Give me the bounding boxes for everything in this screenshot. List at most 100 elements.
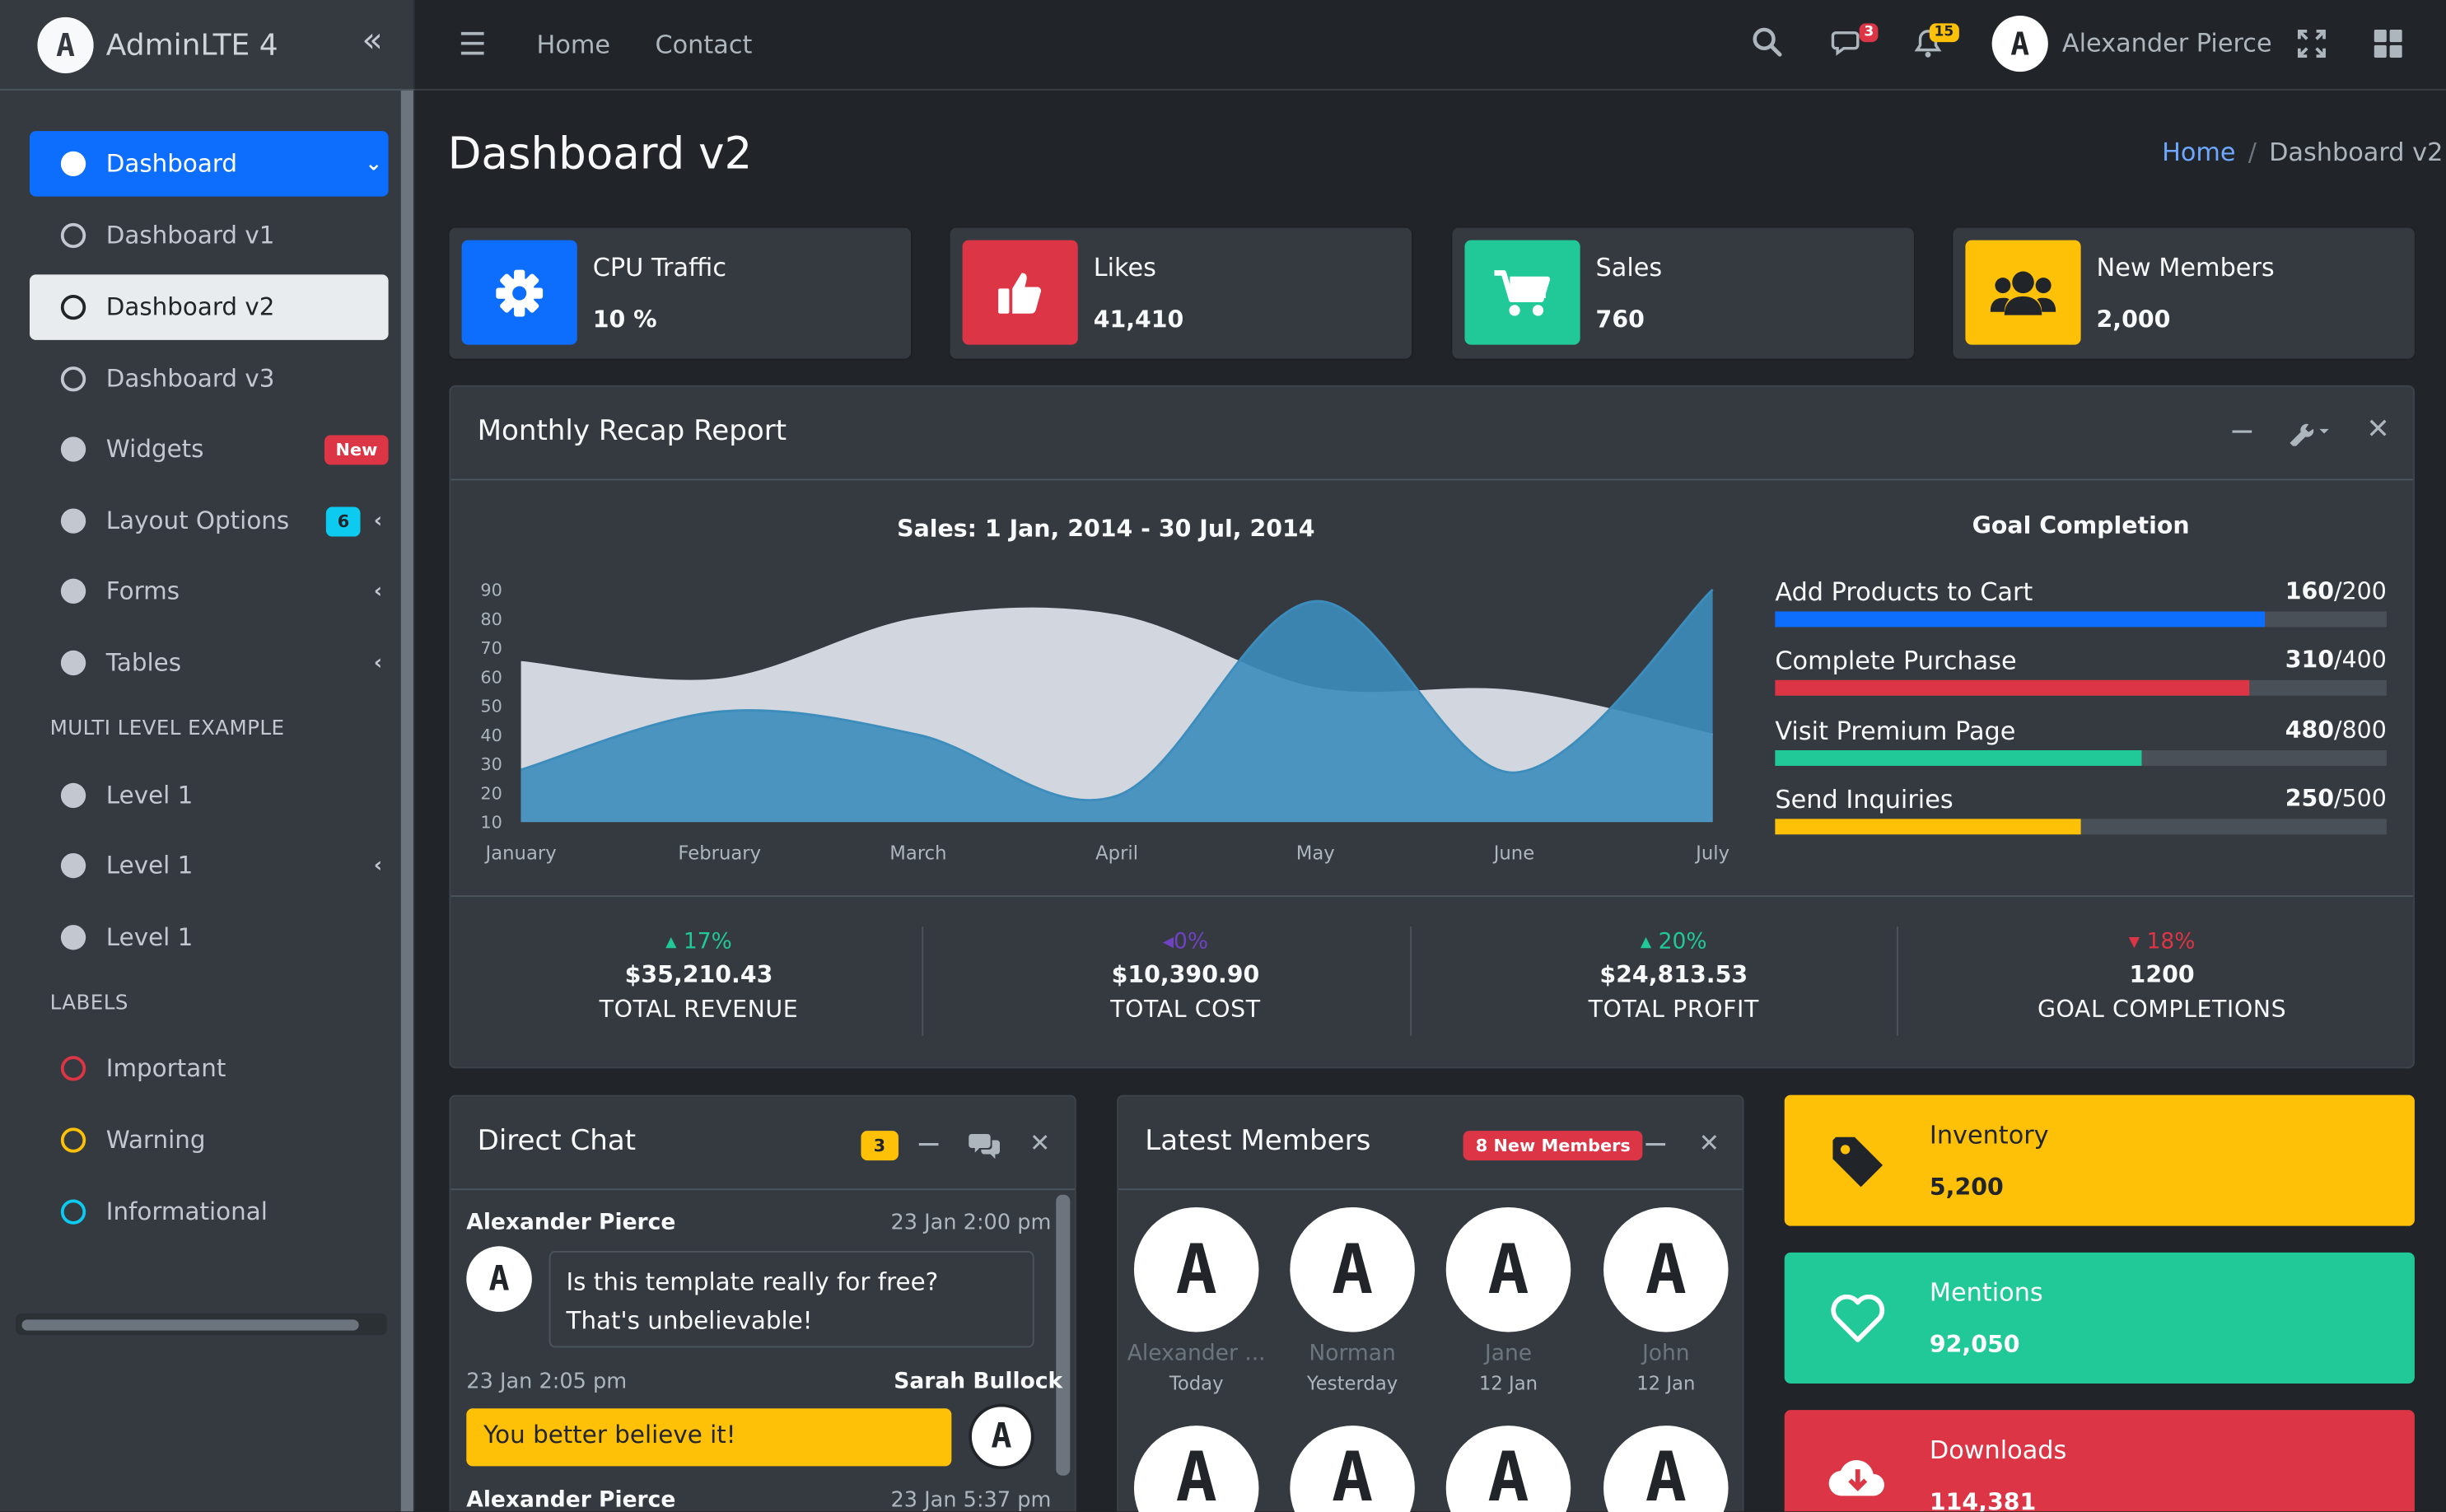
circle-outline-icon	[60, 1127, 86, 1153]
brand-logo: A	[37, 16, 94, 73]
sidebar-item-label: Informational	[105, 1197, 268, 1226]
sidebar-scrollbar-thumb[interactable]	[21, 1319, 359, 1331]
minus-icon[interactable]: −	[916, 1125, 942, 1162]
member-name[interactable]: Alexander ...	[1122, 1342, 1272, 1366]
sidebar-item-layout-options[interactable]: Layout Options 6 ‹	[30, 488, 389, 554]
chart-title: Sales: 1 Jan, 2014 - 30 Jul, 2014	[897, 516, 1314, 543]
progress-bar	[1775, 750, 2387, 766]
y-tick-label: 60	[480, 667, 502, 687]
wrench-dropdown-icon[interactable]	[2285, 418, 2332, 453]
goal-value: 160/200	[2285, 577, 2387, 605]
member-name[interactable]: Norman	[1277, 1342, 1427, 1366]
y-tick-label: 10	[480, 813, 502, 833]
chat-timestamp: 23 Jan 2:05 pm	[466, 1369, 628, 1395]
card-header: Latest Members 8 New Members − ✕	[1118, 1096, 1743, 1191]
nav-link-contact[interactable]: Contact	[655, 30, 752, 59]
divider	[922, 926, 924, 1036]
chevron-left-icon: ‹	[373, 651, 383, 675]
goal-label: Complete Purchase	[1775, 646, 2017, 676]
chevron-left-icon: ‹	[373, 853, 383, 878]
stat-label: TOTAL PROFIT	[1588, 995, 1759, 1024]
brand-link[interactable]: A AdminLTE 4	[0, 0, 415, 91]
gear-icon	[461, 240, 577, 345]
sidebar-item-warning[interactable]: Warning	[30, 1108, 389, 1174]
sidebar-item-label: Warning	[105, 1126, 206, 1155]
goal-completion-title: Goal Completion	[1972, 511, 2190, 540]
circle-icon	[60, 578, 86, 604]
sidebar-vertical-scrollbar[interactable]	[400, 90, 413, 1512]
close-icon[interactable]: ✕	[2366, 413, 2390, 446]
circle-outline-icon	[60, 222, 86, 249]
member-item[interactable]: A Alexander ... Today	[1122, 1206, 1272, 1394]
sidebar-item-level-1[interactable]: Level 1	[30, 905, 389, 971]
goal-value: 250/500	[2285, 785, 2387, 813]
user-name[interactable]: Alexander Pierce	[2062, 28, 2272, 58]
breadcrumb-home-link[interactable]: Home	[2162, 138, 2235, 167]
grid-layout-icon[interactable]	[2374, 29, 2402, 64]
info-box-downloads: Downloads 114,381	[1784, 1410, 2415, 1512]
contacts-toggle-icon[interactable]	[969, 1131, 1001, 1165]
stat-total-cost: ◂0% $10,390.90 TOTAL COST	[944, 930, 1427, 1024]
member-avatar: A	[1133, 1206, 1259, 1332]
breadcrumb: Home / Dashboard v2	[2162, 138, 2443, 167]
stat-total-profit: ▴ 20% $24,813.53 TOTAL PROFIT	[1432, 930, 1916, 1024]
goal-current: 160	[2285, 576, 2335, 605]
chat-scrollbar[interactable]	[1056, 1194, 1071, 1476]
fullscreen-icon[interactable]	[2297, 29, 2326, 64]
x-tick-label: January	[484, 843, 557, 865]
member-item[interactable]: A Norman Yesterday	[1277, 1206, 1427, 1394]
chat-count-badge: 3	[861, 1131, 899, 1161]
info-box-value: 10 %	[592, 306, 657, 334]
sidebar-item-label: Level 1	[105, 923, 194, 952]
x-tick-label: March	[889, 843, 946, 865]
sidebar-item-label: Level 1	[105, 852, 194, 880]
sidebar-item-label: Tables	[105, 648, 182, 677]
sidebar-item-level-1[interactable]: Level 1	[30, 763, 389, 828]
sidebar-item-dashboard[interactable]: Dashboard ⌄	[29, 131, 389, 197]
nav-link-home[interactable]: Home	[537, 30, 610, 59]
sidebar-item-forms[interactable]: Forms ‹	[30, 558, 389, 624]
sidebar-item-tables[interactable]: Tables ‹	[30, 630, 389, 696]
stat-label: TOTAL REVENUE	[599, 995, 799, 1024]
stat-total-revenue: ▴ 17% $35,210.43 TOTAL REVENUE	[457, 930, 941, 1024]
minus-icon[interactable]: −	[2229, 412, 2256, 449]
card-footer-divider	[450, 895, 2414, 898]
stat-amount: $24,813.53	[1599, 960, 1748, 989]
caret-left-icon: ◂	[1162, 929, 1174, 955]
goal-label: Send Inquiries	[1775, 784, 1954, 814]
progress-fill	[1775, 679, 2249, 696]
info-box-likes: Likes 41,410	[950, 227, 1412, 359]
member-name[interactable]: John	[1591, 1342, 1741, 1366]
stat-label: GOAL COMPLETIONS	[2037, 995, 2287, 1024]
info-box-value: 5,200	[1929, 1173, 2004, 1202]
close-icon[interactable]: ✕	[1029, 1127, 1050, 1157]
sidebar-collapse-icon[interactable]: «	[362, 22, 383, 61]
sidebar-item-dashboard-v2[interactable]: Dashboard v2	[29, 274, 389, 340]
sidebar-item-dashboard-v1[interactable]: Dashboard v1	[30, 203, 389, 268]
member-item[interactable]: A John 12 Jan	[1591, 1206, 1741, 1394]
user-avatar[interactable]: A	[1991, 15, 2048, 72]
member-name[interactable]: Jane	[1434, 1342, 1584, 1366]
sidebar: A AdminLTE 4 « Dashboard ⌄ Dashboard v1 …	[0, 0, 415, 1512]
info-box-value: 114,381	[1929, 1487, 2037, 1512]
chat-message-bubble: Is this template really for free? That's…	[548, 1250, 1034, 1348]
x-tick-label: July	[1694, 843, 1729, 865]
card-header: Monthly Recap Report − ✕	[450, 387, 2414, 481]
search-icon[interactable]	[1752, 26, 1783, 63]
member-item[interactable]: A Jane 12 Jan	[1434, 1206, 1584, 1394]
sidebar-item-important[interactable]: Important	[30, 1036, 389, 1102]
x-tick-label: June	[1492, 843, 1534, 865]
sidebar-item-dashboard-v3[interactable]: Dashboard v3	[30, 346, 389, 412]
y-tick-label: 90	[480, 581, 502, 600]
sidebar-item-level-1[interactable]: Level 1 ‹	[30, 833, 389, 898]
minus-icon[interactable]: −	[1642, 1125, 1669, 1162]
circle-outline-icon	[60, 1056, 86, 1081]
close-icon[interactable]: ✕	[1699, 1127, 1720, 1157]
sidebar-item-informational[interactable]: Informational	[30, 1179, 389, 1245]
sidebar-item-widgets[interactable]: Widgets New	[30, 417, 389, 483]
goal-total: /200	[2334, 576, 2387, 605]
hamburger-menu-icon[interactable]: ☰	[459, 25, 487, 62]
chevron-left-icon: ‹	[373, 509, 383, 533]
breadcrumb-separator: /	[2248, 137, 2257, 167]
stat-goal-completions: ▾ 18% 1200 GOAL COMPLETIONS	[1921, 930, 2404, 1024]
